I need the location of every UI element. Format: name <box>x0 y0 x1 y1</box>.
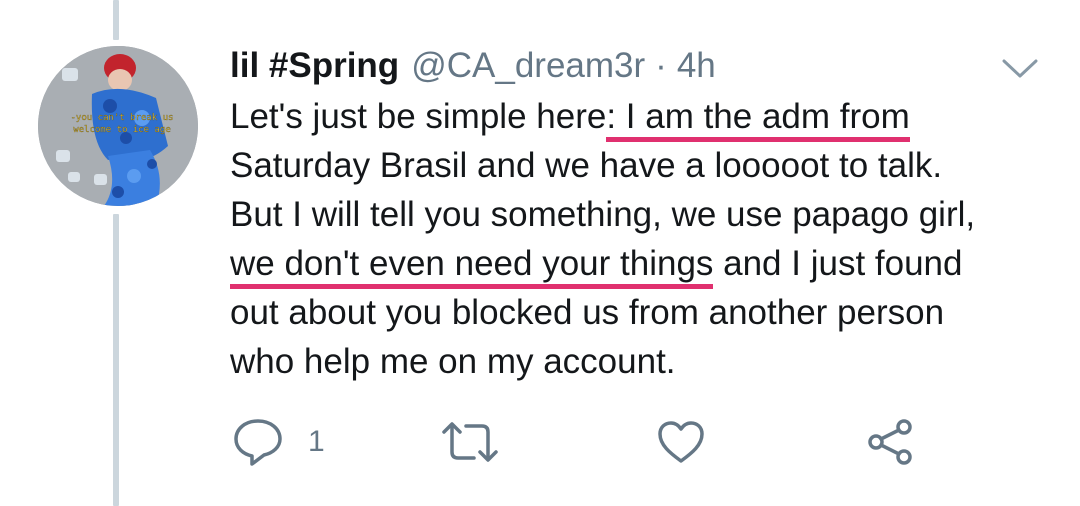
highlighted-text: we don't even need your things <box>230 244 714 289</box>
tweet-timestamp[interactable]: 4h <box>677 46 716 86</box>
tweet-text-line: we don't even need your things and I jus… <box>230 239 1050 289</box>
share-icon <box>866 418 916 466</box>
retweet-icon <box>440 420 500 464</box>
tweet-text-line: out about you blocked us from another pe… <box>230 288 1050 337</box>
avatar-overlay-line2: welcome to ice age <box>73 125 171 135</box>
text-segment: But I will tell you something, we use pa… <box>230 195 976 234</box>
highlighted-text: : I am the adm from <box>606 97 910 142</box>
text-segment: who help me on my account. <box>230 342 676 381</box>
avatar[interactable]: -you can't break us welcome to ice age <box>38 46 198 206</box>
user-handle[interactable]: @CA_dream3r <box>411 46 645 86</box>
reply-count: 1 <box>308 425 325 458</box>
avatar-overlay-line1: -you can't break us <box>71 113 174 123</box>
tweet-text: Let's just be simple here: I am the adm … <box>230 92 1050 386</box>
chevron-down-icon[interactable] <box>1000 56 1040 82</box>
tweet-text-line: Saturday Brasil and we have a looooot to… <box>230 141 1050 190</box>
tweet-text-line: who help me on my account. <box>230 337 1050 386</box>
speech-bubble-icon <box>232 417 284 467</box>
text-segment: Let's just be simple here <box>230 97 607 136</box>
tweet-text-line: But I will tell you something, we use pa… <box>230 190 1050 239</box>
tweet-text-line: Let's just be simple here: I am the adm … <box>230 92 1050 142</box>
text-segment: out about you blocked us from another pe… <box>230 293 945 332</box>
separator-dot: · <box>655 46 667 85</box>
avatar-image: -you can't break us welcome to ice age <box>38 46 198 206</box>
like-button[interactable] <box>656 416 706 468</box>
share-button[interactable] <box>866 416 916 468</box>
reply-button[interactable]: 1 <box>232 416 325 468</box>
thread-line-top <box>113 0 119 40</box>
text-segment: Saturday Brasil and we have a looooot to… <box>230 146 943 185</box>
heart-icon <box>656 419 706 465</box>
text-segment: and I just found <box>713 244 963 283</box>
retweet-button[interactable] <box>440 416 500 468</box>
tweet-header: lil #Spring @CA_dream3r · 4h <box>230 44 716 88</box>
display-name[interactable]: lil #Spring <box>230 46 399 86</box>
thread-line-bottom <box>113 214 119 506</box>
